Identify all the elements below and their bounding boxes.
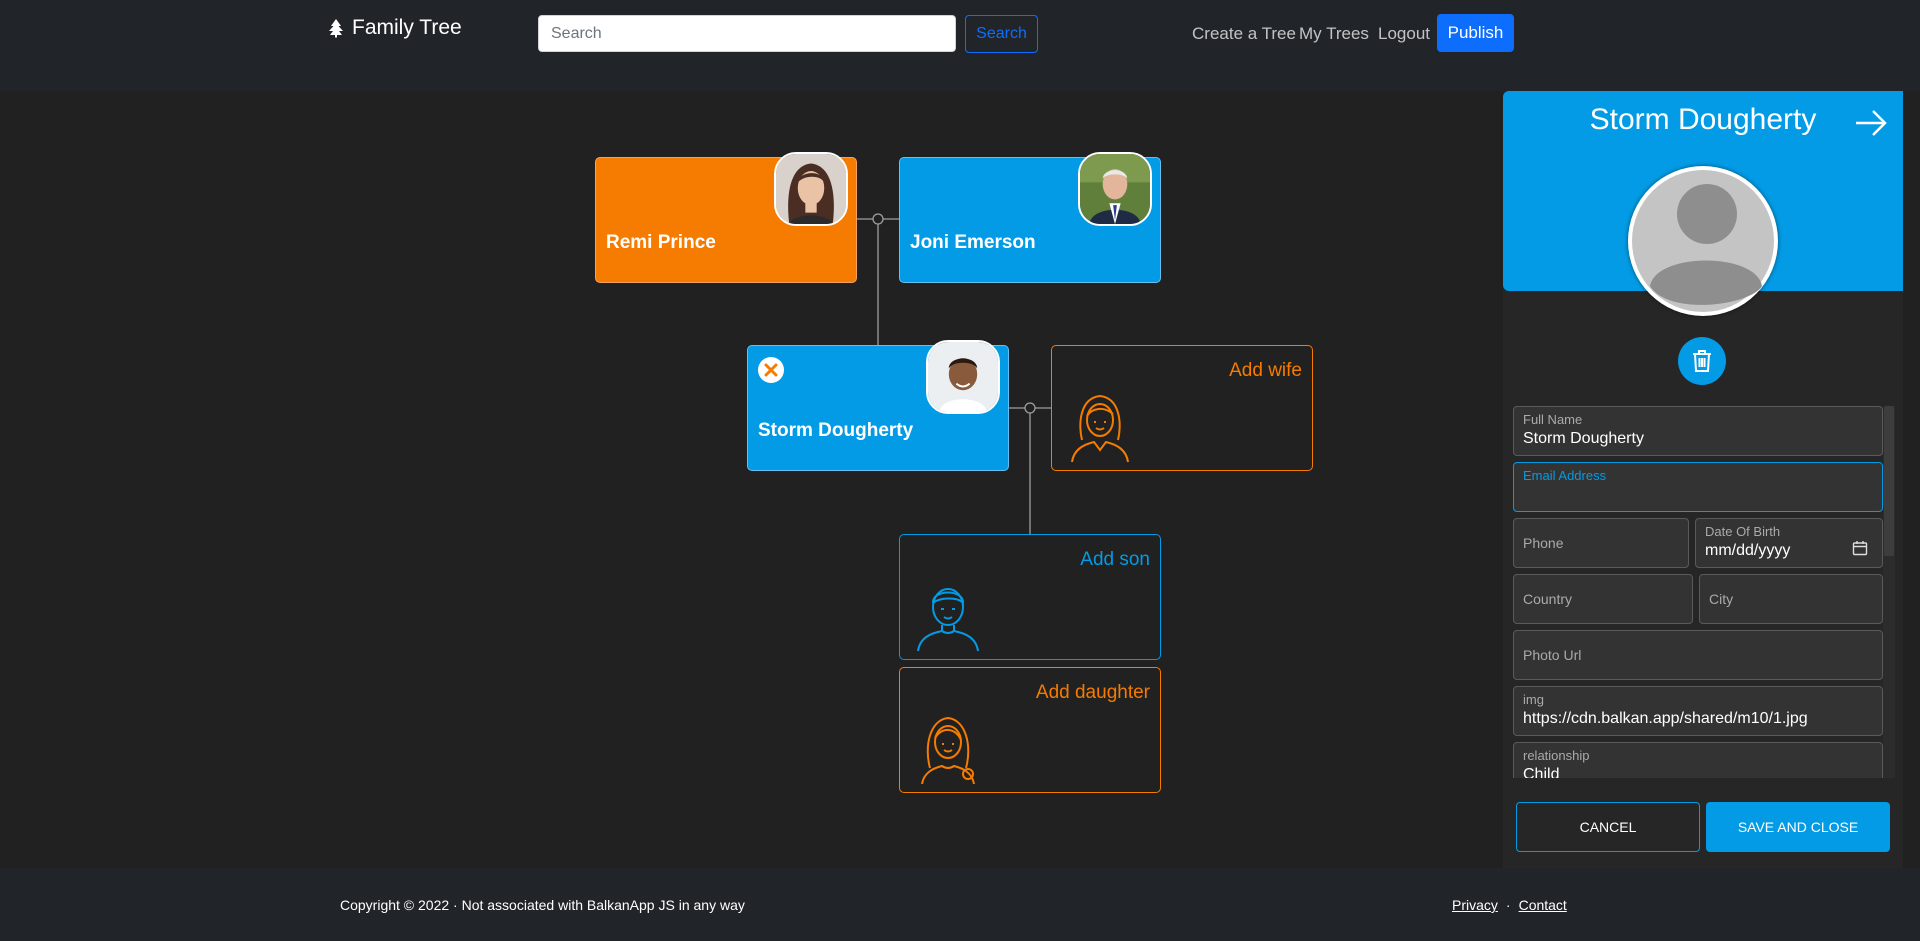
edit-panel: Storm Dougherty Full Name Storm Doughert…	[1503, 91, 1903, 868]
person-name: Joni Emerson	[910, 232, 1036, 253]
nav-logout[interactable]: Logout	[1378, 24, 1430, 44]
female-outline-icon	[1071, 394, 1129, 463]
relationship-field[interactable]: relationship Child	[1513, 742, 1883, 778]
woman-photo-icon	[774, 152, 848, 226]
add-daughter-node[interactable]: Add daughter	[899, 667, 1161, 793]
calendar-icon[interactable]	[1852, 540, 1868, 556]
contact-link[interactable]: Contact	[1519, 897, 1567, 913]
default-avatar-icon	[1632, 170, 1774, 312]
email-label: Email Address	[1523, 468, 1607, 483]
email-field[interactable]: Email Address	[1513, 462, 1883, 512]
nav-create-tree[interactable]: Create a Tree	[1192, 24, 1296, 44]
male-outline-icon	[917, 588, 979, 652]
save-and-close-button[interactable]: SAVE AND CLOSE	[1706, 802, 1890, 852]
trash-icon	[1693, 350, 1711, 372]
city-label: City	[1709, 591, 1734, 607]
publish-button[interactable]: Publish	[1437, 14, 1514, 52]
remove-node-button[interactable]	[758, 357, 784, 383]
person-node-storm-dougherty[interactable]: Storm Dougherty	[747, 340, 1009, 471]
girl-outline-icon	[921, 716, 975, 785]
img-value: https://cdn.balkan.app/shared/m10/1.jpg	[1523, 710, 1808, 727]
person-name: Remi Prince	[606, 232, 716, 253]
dob-value: mm/dd/yyyy	[1705, 542, 1791, 559]
full-name-value: Storm Dougherty	[1523, 430, 1644, 447]
date-of-birth-field[interactable]: Date Of Birth mm/dd/yyyy	[1695, 518, 1883, 568]
add-son-node[interactable]: Add son	[899, 534, 1161, 660]
full-name-field[interactable]: Full Name Storm Dougherty	[1513, 406, 1883, 456]
person-node-remi-prince[interactable]: Remi Prince	[595, 152, 857, 283]
avatar	[1628, 166, 1778, 316]
footer-links: Privacy · Contact	[1452, 897, 1567, 913]
img-field[interactable]: img https://cdn.balkan.app/shared/m10/1.…	[1513, 686, 1883, 736]
cancel-button[interactable]: CANCEL	[1516, 802, 1700, 852]
edit-panel-title: Storm Dougherty	[1589, 103, 1817, 136]
photo-url-field[interactable]: Photo Url	[1513, 630, 1883, 680]
delete-button[interactable]	[1678, 337, 1726, 385]
tree-canvas[interactable]: Remi Prince Joni Emerson Storm Dougherty…	[0, 91, 1504, 868]
footer-separator: ·	[1505, 897, 1511, 913]
phone-field[interactable]: Phone	[1513, 518, 1689, 568]
close-icon	[764, 363, 778, 377]
boy-photo-icon	[926, 340, 1000, 414]
city-field[interactable]: City	[1699, 574, 1883, 624]
phone-label: Phone	[1523, 535, 1564, 551]
form-scrollbar[interactable]	[1883, 406, 1895, 778]
search-input[interactable]	[538, 15, 956, 52]
img-label: img	[1523, 692, 1544, 707]
add-daughter-label: Add daughter	[1035, 682, 1150, 703]
edit-form: Full Name Storm Dougherty Email Address …	[1513, 406, 1883, 778]
add-wife-node[interactable]: Add wife	[1051, 345, 1313, 471]
footer: Copyright © 2022 · Not associated with B…	[0, 868, 1920, 941]
country-field[interactable]: Country	[1513, 574, 1693, 624]
privacy-link[interactable]: Privacy	[1452, 897, 1498, 913]
top-navbar: Family Tree Search Create a Tree My Tree…	[0, 0, 1920, 91]
man-photo-icon	[1078, 152, 1152, 226]
person-name: Storm Dougherty	[758, 420, 914, 441]
relationship-label: relationship	[1523, 748, 1590, 763]
search-button[interactable]: Search	[965, 15, 1038, 53]
country-label: Country	[1523, 591, 1573, 607]
relationship-value: Child	[1523, 766, 1560, 778]
nav-my-trees[interactable]: My Trees	[1299, 24, 1369, 44]
full-name-label: Full Name	[1523, 412, 1583, 427]
add-son-label: Add son	[1080, 549, 1150, 570]
dob-label: Date Of Birth	[1705, 524, 1781, 539]
add-wife-label: Add wife	[1229, 360, 1302, 381]
photo-url-label: Photo Url	[1523, 647, 1582, 663]
arrow-right-icon[interactable]	[1853, 105, 1889, 141]
brand-link[interactable]: Family Tree	[326, 16, 462, 40]
tree-icon	[329, 19, 343, 38]
brand-label: Family Tree	[352, 16, 462, 39]
copyright-text: Copyright © 2022 · Not associated with B…	[340, 897, 745, 913]
person-node-joni-emerson[interactable]: Joni Emerson	[899, 152, 1161, 283]
scrollbar-thumb[interactable]	[1884, 406, 1894, 556]
